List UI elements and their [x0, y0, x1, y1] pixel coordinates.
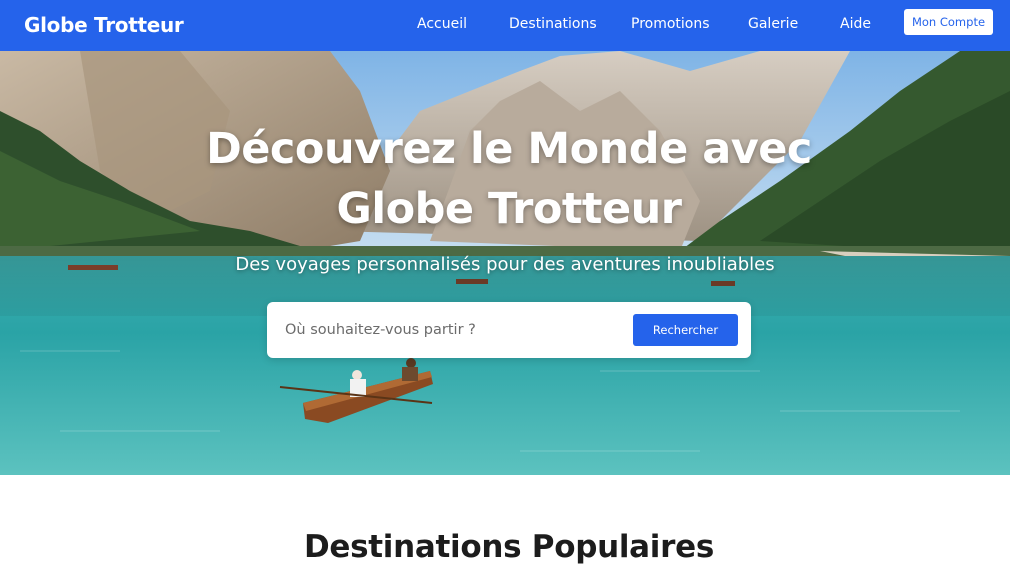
nav-link-promotions[interactable]: Promotions [631, 16, 710, 32]
nav-link-aide[interactable]: Aide [840, 16, 871, 32]
hero-title: Découvrez le Monde avec Globe Trotteur [0, 119, 1010, 239]
nav-link-accueil[interactable]: Accueil [417, 16, 467, 32]
hero-title-line-2: Globe Trotteur [336, 184, 682, 234]
hero-subtitle: Des voyages personnalisés pour des avent… [235, 254, 775, 275]
destination-search-input[interactable] [283, 316, 627, 344]
search-button[interactable]: Rechercher [633, 314, 738, 346]
popular-destinations-heading: Destinations Populaires [303, 529, 714, 565]
search-bar: Rechercher [267, 302, 751, 358]
nav-link-galerie[interactable]: Galerie [748, 16, 798, 32]
nav-link-destinations[interactable]: Destinations [509, 16, 597, 32]
my-account-button[interactable]: Mon Compte [904, 9, 993, 35]
hero-title-line-1: Découvrez le Monde avec [206, 124, 812, 174]
hero-section: Découvrez le Monde avec Globe Trotteur D… [0, 51, 1010, 475]
site-header: Globe Trotteur Accueil Destinations Prom… [0, 0, 1010, 51]
main-nav: Accueil Destinations Promotions Galerie … [0, 0, 1010, 51]
